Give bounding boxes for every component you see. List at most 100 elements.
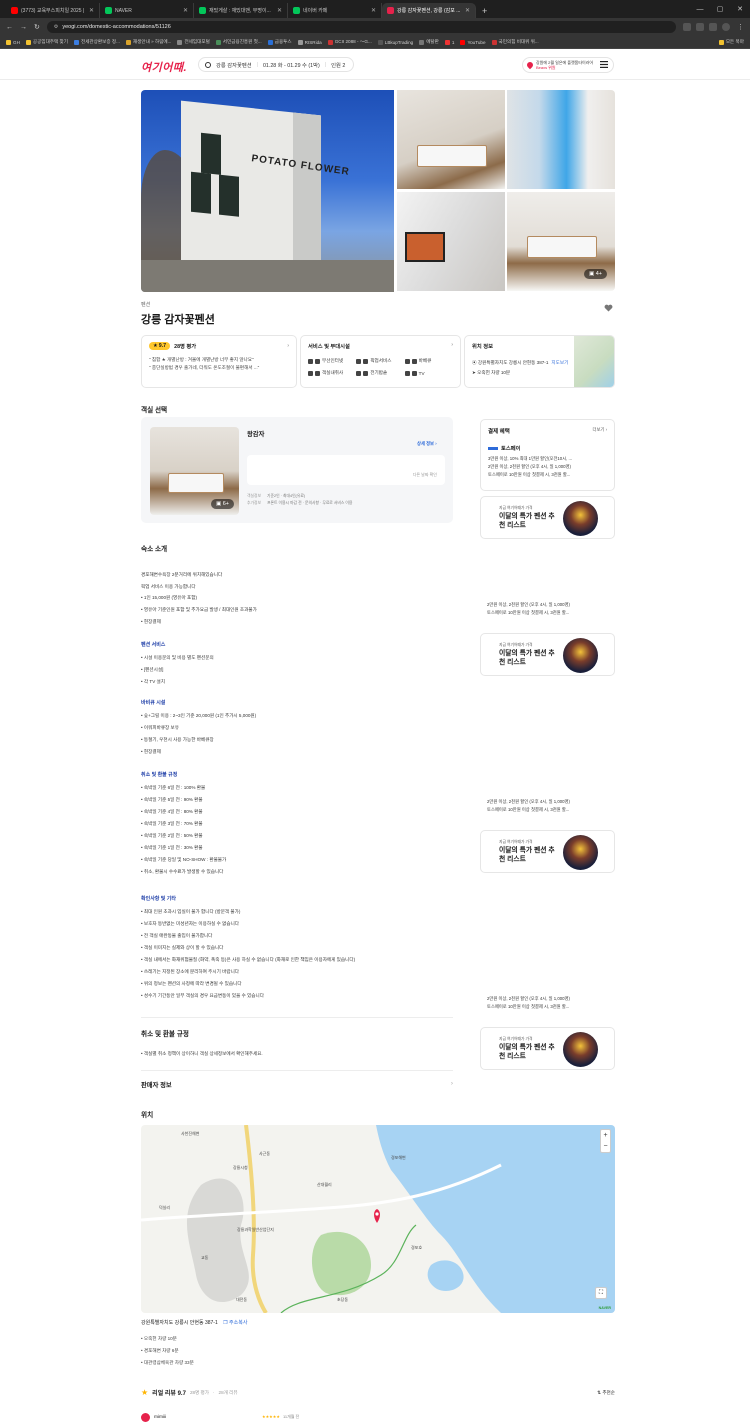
- reload-icon[interactable]: ↻: [34, 23, 40, 31]
- about-basic-list: 1인 15,000원 (영유아 포함) 영유아 기준인원 포함 및 추가요금 발…: [141, 592, 257, 628]
- map-label: 강릉시청: [233, 1165, 248, 1170]
- profile-icon[interactable]: [722, 23, 730, 31]
- property-category: 펜션: [141, 302, 151, 308]
- zoom-in-button[interactable]: +: [601, 1130, 610, 1141]
- close-icon[interactable]: ✕: [465, 7, 470, 14]
- fullscreen-icon[interactable]: ⛶: [595, 1287, 607, 1299]
- room-detail-link[interactable]: 상세 정보 ›: [417, 441, 437, 447]
- bookmark-item[interactable]: 1: [444, 39, 454, 45]
- map-label: 경포호: [411, 1245, 423, 1250]
- browser-tab-2[interactable]: NAVER ✕: [100, 3, 194, 18]
- bbq-subtitle: 바비큐 시설: [141, 700, 166, 706]
- minimize-icon[interactable]: —: [690, 6, 710, 13]
- location-card[interactable]: 위치 정보 ⦿ 강원특별자치도 강릉시 안현동 387-1 지도보기 ➤ 오죽헌 …: [464, 335, 615, 388]
- tv-icon: TV: [405, 370, 453, 376]
- seller-info-row[interactable]: 판매자 정보 ›: [141, 1080, 453, 1089]
- main-photo[interactable]: POTATO FLOWER: [141, 90, 394, 292]
- new-tab-button[interactable]: +: [476, 3, 493, 18]
- close-icon[interactable]: ✕: [89, 7, 94, 14]
- extension-icon[interactable]: [709, 23, 717, 31]
- review-count: 28명 평가: [174, 344, 197, 350]
- notice-list: 최대 인원 초과시 입실이 불가 합니다 (방문객 불가) 보호자 동반없는 미…: [141, 906, 355, 1002]
- rating-card[interactable]: ★ 9.7 28명 평가 › " 침합 ★ 개별난방 : 겨울에 개별난방 너무…: [141, 335, 297, 388]
- forward-icon[interactable]: →: [20, 24, 27, 31]
- site-logo[interactable]: 여기어때.: [141, 59, 187, 75]
- hamburger-menu-icon[interactable]: [600, 61, 608, 68]
- mini-map[interactable]: [574, 336, 614, 387]
- benefit-line: 3만원 이상, 10% 최대 1만원 할인(오전10시, ...: [488, 456, 573, 461]
- map-section-title: 위치: [141, 1112, 154, 1119]
- map-view-link[interactable]: 지도보기: [551, 360, 568, 365]
- close-window-icon[interactable]: ✕: [730, 5, 750, 13]
- close-icon[interactable]: ✕: [183, 7, 188, 14]
- map-canvas: [141, 1125, 615, 1313]
- bookmark-icon: [327, 39, 333, 45]
- all-bookmarks-folder[interactable]: 모든 북마: [718, 39, 744, 45]
- window-controls: — ▢ ✕: [690, 0, 750, 18]
- back-icon[interactable]: ←: [6, 24, 13, 31]
- promo-card[interactable]: 지금 여기어때가 가격 이달의 특가 펜션 추천 리스트: [480, 496, 615, 539]
- bookmark-item[interactable]: 재생안내 » 하림에...: [125, 39, 171, 45]
- close-icon[interactable]: ✕: [371, 7, 376, 14]
- maximize-icon[interactable]: ▢: [710, 5, 730, 13]
- bookmark-item[interactable]: 서민금융진흥원 첫...: [215, 39, 262, 45]
- gallery-photo[interactable]: [507, 90, 615, 189]
- search-bar[interactable]: 강릉 감자꽃펜션 | 01.28 화 - 01.29 수 (1박) | 인원 2: [198, 57, 354, 72]
- url-input[interactable]: ⚙ yeogi.com/domestic-accommodations/5112…: [46, 21, 676, 33]
- bookmark-item[interactable]: 국민의힘 비대위 위...: [491, 39, 539, 45]
- other-dates-link[interactable]: 다른 날짜 확인: [413, 472, 437, 478]
- room-price-box[interactable]: 다른 날짜 확인: [247, 455, 445, 485]
- benefits-more-link[interactable]: 더보기 ›: [593, 427, 607, 435]
- gallery-photo[interactable]: [397, 90, 505, 189]
- extension-icon[interactable]: [696, 23, 704, 31]
- benefit-repeat: 2만원 이상, 2천원 할인 (오후 4시, 일 1,000명) 토스페이로 1…: [487, 996, 570, 1010]
- bookmark-item[interactable]: GH: [6, 39, 20, 45]
- service-card[interactable]: 서비스 및 부대시설 › 무선인터넷 픽업서비스 바베큐 객실내취사 전기밥솥 T…: [300, 335, 461, 388]
- benefit-repeat: 2만원 이상, 2천원 할인 (오후 4시, 일 1,000명) 토스페이로 1…: [487, 799, 570, 813]
- youtube-icon: [460, 39, 466, 45]
- gallery-photo[interactable]: ▣ 4+: [507, 192, 615, 291]
- gallery-photo[interactable]: [397, 192, 505, 291]
- browser-tab-bar: (3773) 교육부스피치일 2025 | ✕ NAVER ✕ 재밌게살 : 재밌대…: [0, 0, 750, 18]
- more-menu-icon[interactable]: ⋮: [737, 23, 744, 31]
- promo-card[interactable]: 지금 여기어때가 가격 이달의 특가 펜션 추천 리스트: [480, 830, 615, 873]
- bookmark-item[interactable]: 에탈판: [419, 39, 439, 45]
- promo-card[interactable]: 지금 여기어때가 가격 이달의 특가 펜션 추천 리스트: [480, 633, 615, 676]
- browser-tab-3[interactable]: 재밌게살 : 재밌대맨, 무명이... ✕: [194, 3, 288, 18]
- photo-count-badge[interactable]: ▣ 6+: [210, 499, 234, 509]
- photo-count-badge[interactable]: ▣ 4+: [583, 269, 607, 279]
- location-map[interactable]: 사천진해변 사근동 강릉시청 산대월리 덕실리 강릉과학일반산업단지 경포해변 …: [141, 1125, 615, 1313]
- review-author: mimiii: [141, 1413, 166, 1422]
- bookmark-item[interactable]: 전세임대포털: [177, 39, 210, 45]
- room-name: 왕감자: [247, 431, 265, 438]
- browser-tab-1[interactable]: (3773) 교육부스피치일 2025 | ✕: [6, 3, 100, 18]
- promo-card[interactable]: 지금 여기어때가 가격 이달의 특가 펜션 추천 리스트: [480, 1027, 615, 1070]
- bookmark-item[interactable]: RISRida: [297, 39, 322, 45]
- photo-gallery: POTATO FLOWER ▣ 4+: [141, 90, 615, 292]
- browser-tab-active[interactable]: 강릉 감자꽃펜션, 강릉 (감포 ... ✕: [382, 3, 476, 18]
- bookmark-item[interactable]: 전세관상환보증 정...: [73, 39, 120, 45]
- bookmark-item[interactable]: GCII 2088 - 〜G...: [327, 39, 372, 45]
- browser-tab-4[interactable]: 네이버 카페 ✕: [288, 3, 382, 18]
- bookmark-item[interactable]: 금융투스: [267, 39, 292, 45]
- extension-icon[interactable]: [683, 23, 691, 31]
- close-icon[interactable]: ✕: [277, 7, 282, 14]
- map-address: 강원특별자치도 강릉시 안현동 387-1 ❐ 주소복사: [141, 1320, 248, 1326]
- map-label: 강릉과학일반산업단지: [237, 1227, 274, 1232]
- refund-list: 숙박일 기준 6일 전 : 100% 환불 숙박일 기준 5일 전 : 90% …: [141, 782, 226, 878]
- map-label: 산대월리: [317, 1182, 332, 1187]
- site-info-icon[interactable]: ⚙: [54, 24, 58, 30]
- bookmark-icon: [125, 39, 131, 45]
- benefit-repeat: 2만원 이상, 2천원 할인 (오후 4시, 일 1,000명) 토스페이로 1…: [487, 602, 570, 616]
- naver-icon: [105, 7, 112, 14]
- copy-address-button[interactable]: ❐ 주소복사: [223, 1320, 247, 1326]
- cooking-icon: 객실내취사: [308, 370, 356, 376]
- room-photo[interactable]: ▣ 6+: [150, 427, 239, 515]
- bookmark-item[interactable]: YouTube: [460, 39, 486, 45]
- bookmark-item[interactable]: 공공임대주택 찾기: [25, 39, 68, 45]
- heart-icon[interactable]: [604, 304, 613, 312]
- review-stars: ★★★★★ 11개월 전: [262, 1414, 300, 1419]
- sort-dropdown[interactable]: ⇅ 추천순: [597, 1390, 615, 1396]
- zoom-out-button[interactable]: −: [601, 1141, 610, 1152]
- bookmark-item[interactable]: LBkupTrading: [377, 39, 413, 45]
